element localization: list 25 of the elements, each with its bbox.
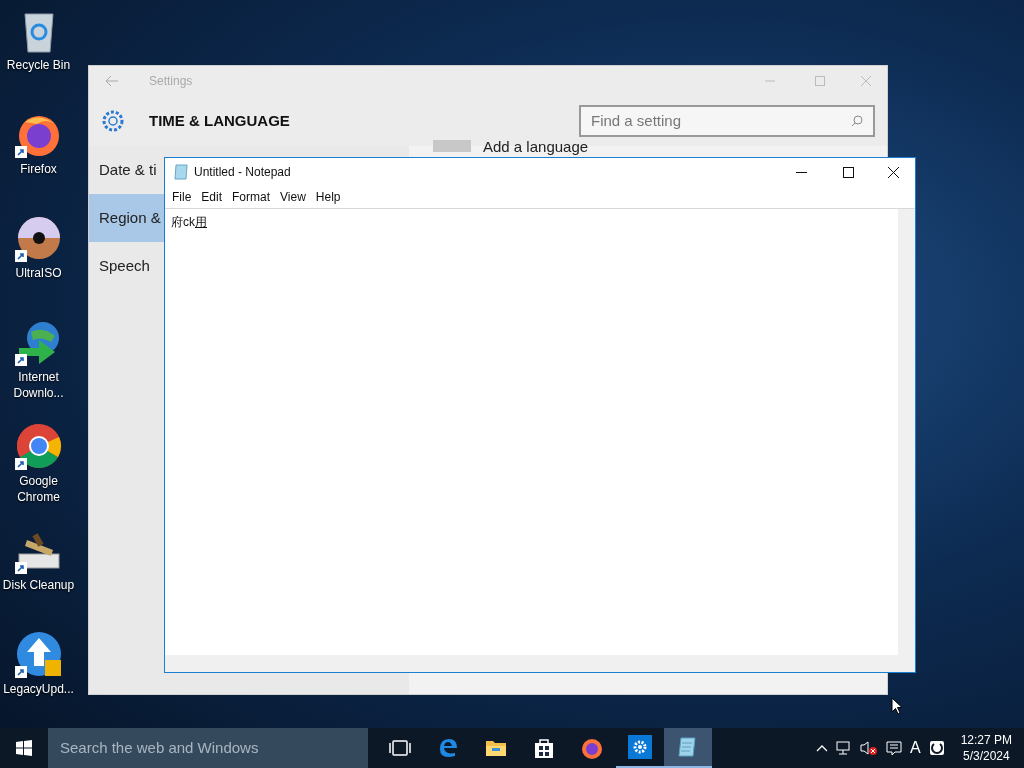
- desktop-icon-label[interactable]: Internet Downlo...: [0, 369, 77, 401]
- desktop-icon-label[interactable]: Google Chrome: [0, 473, 77, 505]
- menu-item[interactable]: Help: [310, 188, 346, 206]
- input-mode-indicator[interactable]: A: [909, 736, 921, 760]
- nav-item[interactable]: Speech: [89, 242, 164, 290]
- menu-item[interactable]: Edit: [196, 188, 228, 206]
- nav-item[interactable]: Region &: [89, 194, 164, 242]
- clock-date[interactable]: 5/3/2024: [962, 748, 1010, 764]
- desktop-icon-label[interactable]: Disk Cleanup: [2, 577, 75, 593]
- menu-item[interactable]: Format: [227, 188, 276, 206]
- search-field[interactable]: Find a setting: [579, 105, 875, 137]
- desktop-icon-label[interactable]: Recycle Bin: [6, 57, 71, 73]
- add-language-link[interactable]: Add a language: [483, 140, 589, 154]
- menu-item[interactable]: View: [275, 188, 311, 206]
- window-title: Settings: [149, 73, 193, 90]
- menu-item[interactable]: File: [167, 188, 197, 206]
- desktop-icon-label[interactable]: Firefox: [20, 161, 57, 177]
- text-area[interactable]: 府ck用: [165, 209, 898, 655]
- page-heading: TIME & LANGUAGE: [149, 110, 290, 131]
- clock-time[interactable]: 12:27 PM: [960, 732, 1012, 748]
- window-title: Untitled - Notepad: [194, 164, 291, 181]
- taskbar-search-field[interactable]: Search the web and Windows: [48, 728, 368, 768]
- desktop-icon-label[interactable]: UltraISO: [15, 265, 62, 281]
- nav-item[interactable]: Date & ti: [89, 146, 164, 194]
- desktop-icon-label[interactable]: LegacyUpd...: [3, 681, 74, 697]
